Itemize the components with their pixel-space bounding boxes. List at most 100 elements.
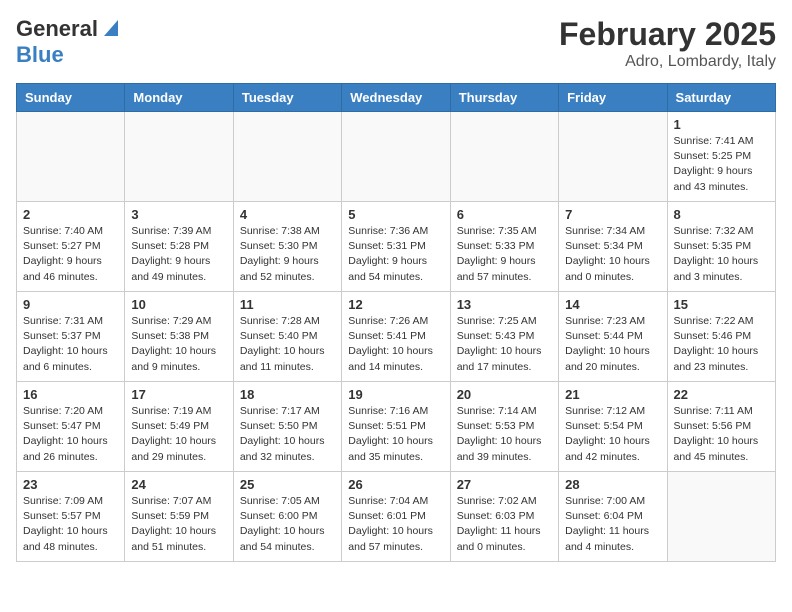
- calendar-day-cell: 15 Sunrise: 7:22 AM Sunset: 5:46 PM Dayli…: [667, 292, 775, 382]
- day-detail: Sunrise: 7:04 AM Sunset: 6:01 PM Dayligh…: [348, 494, 443, 555]
- calendar-day-cell: [125, 112, 233, 202]
- calendar-day-cell: [17, 112, 125, 202]
- calendar-week-row: 1 Sunrise: 7:41 AM Sunset: 5:25 PM Daylig…: [17, 112, 776, 202]
- calendar-day-cell: 26 Sunrise: 7:04 AM Sunset: 6:01 PM Dayli…: [342, 472, 450, 562]
- day-detail: Sunrise: 7:39 AM Sunset: 5:28 PM Dayligh…: [131, 224, 226, 285]
- day-detail: Sunrise: 7:20 AM Sunset: 5:47 PM Dayligh…: [23, 404, 118, 465]
- calendar-day-cell: 24 Sunrise: 7:07 AM Sunset: 5:59 PM Dayli…: [125, 472, 233, 562]
- weekday-header: Wednesday: [342, 84, 450, 112]
- day-number: 13: [457, 297, 552, 312]
- page-header: General Blue February 2025 Adro, Lombard…: [16, 16, 776, 71]
- calendar-day-cell: [233, 112, 341, 202]
- day-number: 26: [348, 477, 443, 492]
- day-number: 4: [240, 207, 335, 222]
- day-detail: Sunrise: 7:22 AM Sunset: 5:46 PM Dayligh…: [674, 314, 769, 375]
- calendar-week-row: 9 Sunrise: 7:31 AM Sunset: 5:37 PM Daylig…: [17, 292, 776, 382]
- day-number: 5: [348, 207, 443, 222]
- day-detail: Sunrise: 7:40 AM Sunset: 5:27 PM Dayligh…: [23, 224, 118, 285]
- calendar-day-cell: 3 Sunrise: 7:39 AM Sunset: 5:28 PM Daylig…: [125, 202, 233, 292]
- logo-blue-text: Blue: [16, 42, 64, 67]
- day-number: 24: [131, 477, 226, 492]
- calendar-day-cell: 27Sunrise: 7:02 AM Sunset: 6:03 PM Dayli…: [450, 472, 558, 562]
- calendar-day-cell: 20 Sunrise: 7:14 AM Sunset: 5:53 PM Dayli…: [450, 382, 558, 472]
- logo-general-text: General: [16, 16, 98, 42]
- day-number: 25: [240, 477, 335, 492]
- calendar-title: February 2025: [559, 16, 776, 53]
- calendar-title-block: February 2025 Adro, Lombardy, Italy: [559, 16, 776, 71]
- weekday-header: Friday: [559, 84, 667, 112]
- calendar-day-cell: 28 Sunrise: 7:00 AM Sunset: 6:04 PM Dayli…: [559, 472, 667, 562]
- day-number: 17: [131, 387, 226, 402]
- calendar-day-cell: [450, 112, 558, 202]
- day-detail: Sunrise: 7:14 AM Sunset: 5:53 PM Dayligh…: [457, 404, 552, 465]
- calendar-day-cell: 22 Sunrise: 7:11 AM Sunset: 5:56 PM Dayli…: [667, 382, 775, 472]
- day-detail: Sunrise: 7:17 AM Sunset: 5:50 PM Dayligh…: [240, 404, 335, 465]
- day-detail: Sunrise: 7:00 AM Sunset: 6:04 PM Dayligh…: [565, 494, 660, 555]
- day-detail: Sunrise: 7:41 AM Sunset: 5:25 PM Dayligh…: [674, 134, 769, 195]
- weekday-header: Thursday: [450, 84, 558, 112]
- day-number: 20: [457, 387, 552, 402]
- logo-triangle-icon: [100, 18, 118, 41]
- calendar-subtitle: Adro, Lombardy, Italy: [559, 53, 776, 71]
- calendar-day-cell: [667, 472, 775, 562]
- day-detail: Sunrise: 7:34 AM Sunset: 5:34 PM Dayligh…: [565, 224, 660, 285]
- weekday-header: Saturday: [667, 84, 775, 112]
- calendar-week-row: 16 Sunrise: 7:20 AM Sunset: 5:47 PM Dayli…: [17, 382, 776, 472]
- calendar-day-cell: 14 Sunrise: 7:23 AM Sunset: 5:44 PM Dayli…: [559, 292, 667, 382]
- day-detail: Sunrise: 7:07 AM Sunset: 5:59 PM Dayligh…: [131, 494, 226, 555]
- day-number: 11: [240, 297, 335, 312]
- day-detail: Sunrise: 7:29 AM Sunset: 5:38 PM Dayligh…: [131, 314, 226, 375]
- day-number: 21: [565, 387, 660, 402]
- day-detail: Sunrise: 7:38 AM Sunset: 5:30 PM Dayligh…: [240, 224, 335, 285]
- day-detail: Sunrise: 7:32 AM Sunset: 5:35 PM Dayligh…: [674, 224, 769, 285]
- day-number: 8: [674, 207, 769, 222]
- calendar-day-cell: 7Sunrise: 7:34 AM Sunset: 5:34 PM Daylig…: [559, 202, 667, 292]
- day-number: 12: [348, 297, 443, 312]
- calendar-day-cell: [342, 112, 450, 202]
- day-detail: Sunrise: 7:25 AM Sunset: 5:43 PM Dayligh…: [457, 314, 552, 375]
- calendar-day-cell: 25 Sunrise: 7:05 AM Sunset: 6:00 PM Dayli…: [233, 472, 341, 562]
- weekday-header: Sunday: [17, 84, 125, 112]
- calendar-day-cell: [559, 112, 667, 202]
- day-number: 14: [565, 297, 660, 312]
- calendar-day-cell: 4 Sunrise: 7:38 AM Sunset: 5:30 PM Daylig…: [233, 202, 341, 292]
- day-detail: Sunrise: 7:16 AM Sunset: 5:51 PM Dayligh…: [348, 404, 443, 465]
- day-number: 9: [23, 297, 118, 312]
- day-number: 16: [23, 387, 118, 402]
- day-detail: Sunrise: 7:05 AM Sunset: 6:00 PM Dayligh…: [240, 494, 335, 555]
- day-number: 3: [131, 207, 226, 222]
- day-detail: Sunrise: 7:36 AM Sunset: 5:31 PM Dayligh…: [348, 224, 443, 285]
- day-number: 27: [457, 477, 552, 492]
- day-detail: Sunrise: 7:35 AM Sunset: 5:33 PM Dayligh…: [457, 224, 552, 285]
- calendar-table: SundayMondayTuesdayWednesdayThursdayFrid…: [16, 83, 776, 562]
- weekday-header-row: SundayMondayTuesdayWednesdayThursdayFrid…: [17, 84, 776, 112]
- calendar-day-cell: 1 Sunrise: 7:41 AM Sunset: 5:25 PM Daylig…: [667, 112, 775, 202]
- day-number: 28: [565, 477, 660, 492]
- logo: General Blue: [16, 16, 118, 68]
- calendar-day-cell: 5 Sunrise: 7:36 AM Sunset: 5:31 PM Daylig…: [342, 202, 450, 292]
- day-detail: Sunrise: 7:23 AM Sunset: 5:44 PM Dayligh…: [565, 314, 660, 375]
- day-detail: Sunrise: 7:28 AM Sunset: 5:40 PM Dayligh…: [240, 314, 335, 375]
- day-detail: Sunrise: 7:12 AM Sunset: 5:54 PM Dayligh…: [565, 404, 660, 465]
- day-number: 19: [348, 387, 443, 402]
- calendar-day-cell: 6Sunrise: 7:35 AM Sunset: 5:33 PM Daylig…: [450, 202, 558, 292]
- day-number: 23: [23, 477, 118, 492]
- calendar-day-cell: 17Sunrise: 7:19 AM Sunset: 5:49 PM Dayli…: [125, 382, 233, 472]
- calendar-day-cell: 8 Sunrise: 7:32 AM Sunset: 5:35 PM Daylig…: [667, 202, 775, 292]
- calendar-day-cell: 19 Sunrise: 7:16 AM Sunset: 5:51 PM Dayli…: [342, 382, 450, 472]
- calendar-day-cell: 13 Sunrise: 7:25 AM Sunset: 5:43 PM Dayli…: [450, 292, 558, 382]
- calendar-week-row: 23 Sunrise: 7:09 AM Sunset: 5:57 PM Dayli…: [17, 472, 776, 562]
- day-number: 22: [674, 387, 769, 402]
- calendar-day-cell: 21 Sunrise: 7:12 AM Sunset: 5:54 PM Dayli…: [559, 382, 667, 472]
- weekday-header: Monday: [125, 84, 233, 112]
- day-number: 15: [674, 297, 769, 312]
- calendar-day-cell: 11 Sunrise: 7:28 AM Sunset: 5:40 PM Dayli…: [233, 292, 341, 382]
- day-number: 1: [674, 117, 769, 132]
- day-detail: Sunrise: 7:09 AM Sunset: 5:57 PM Dayligh…: [23, 494, 118, 555]
- day-number: 10: [131, 297, 226, 312]
- day-detail: Sunrise: 7:26 AM Sunset: 5:41 PM Dayligh…: [348, 314, 443, 375]
- day-number: 2: [23, 207, 118, 222]
- day-detail: Sunrise: 7:11 AM Sunset: 5:56 PM Dayligh…: [674, 404, 769, 465]
- day-detail: Sunrise: 7:31 AM Sunset: 5:37 PM Dayligh…: [23, 314, 118, 375]
- calendar-day-cell: 18Sunrise: 7:17 AM Sunset: 5:50 PM Dayli…: [233, 382, 341, 472]
